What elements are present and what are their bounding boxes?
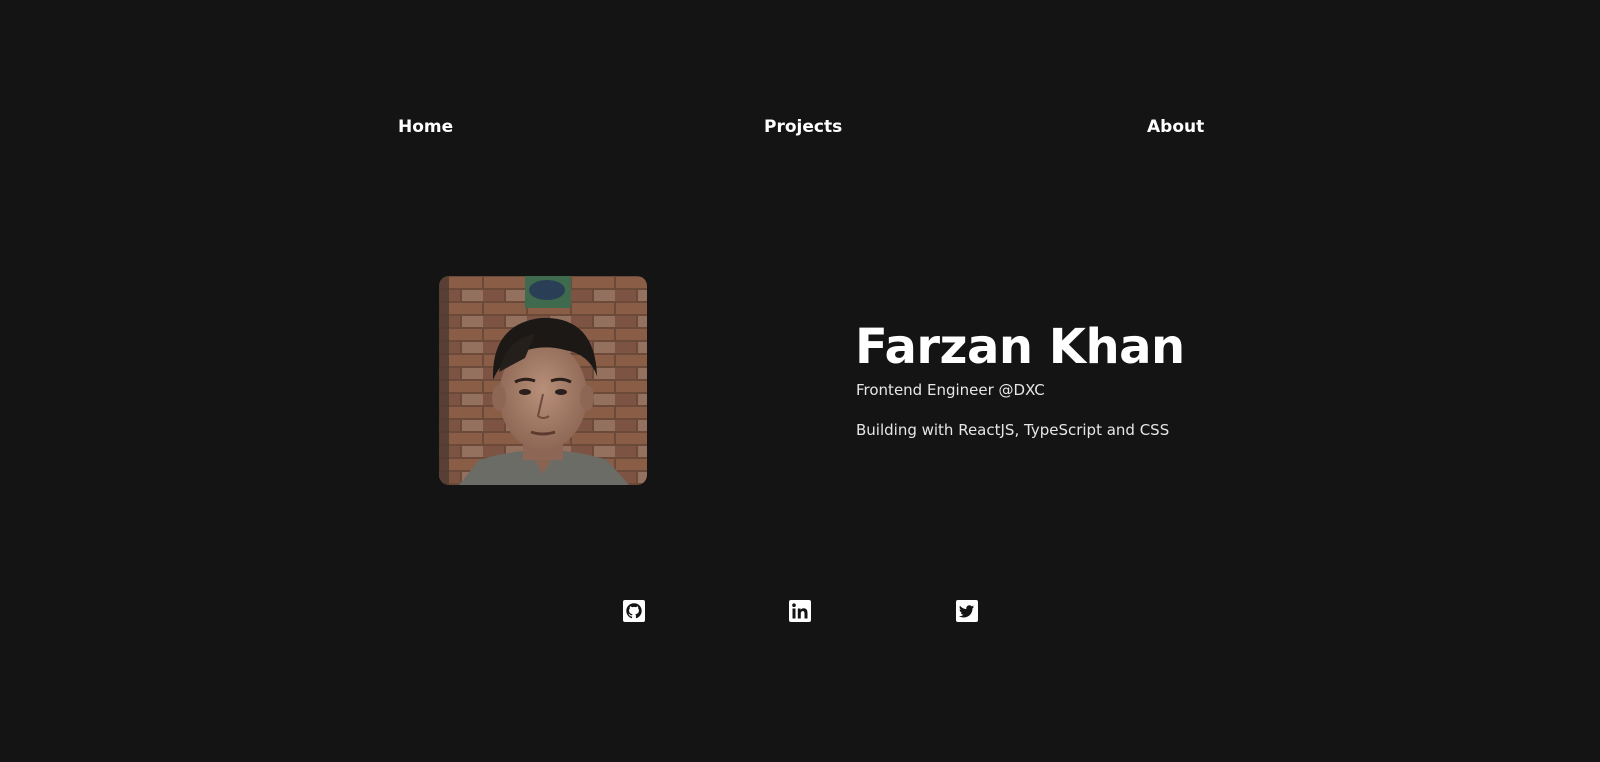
profile-photo — [439, 276, 647, 485]
nav-projects-link[interactable]: Projects — [764, 117, 842, 137]
profile-name: Farzan Khan — [855, 319, 1185, 375]
twitter-link[interactable] — [956, 600, 978, 622]
profile-role: Frontend Engineer @DXC — [856, 381, 1045, 399]
github-icon — [623, 600, 645, 622]
nav-about-link[interactable]: About — [1147, 117, 1204, 137]
linkedin-link[interactable] — [789, 600, 811, 622]
nav-home-link[interactable]: Home — [398, 117, 453, 137]
page: Home Projects About Farzan Khan Frontend… — [0, 0, 1600, 762]
linkedin-icon — [789, 600, 811, 622]
profile-stack: Building with ReactJS, TypeScript and CS… — [856, 421, 1170, 439]
github-link[interactable] — [623, 600, 645, 622]
twitter-icon — [956, 600, 978, 622]
